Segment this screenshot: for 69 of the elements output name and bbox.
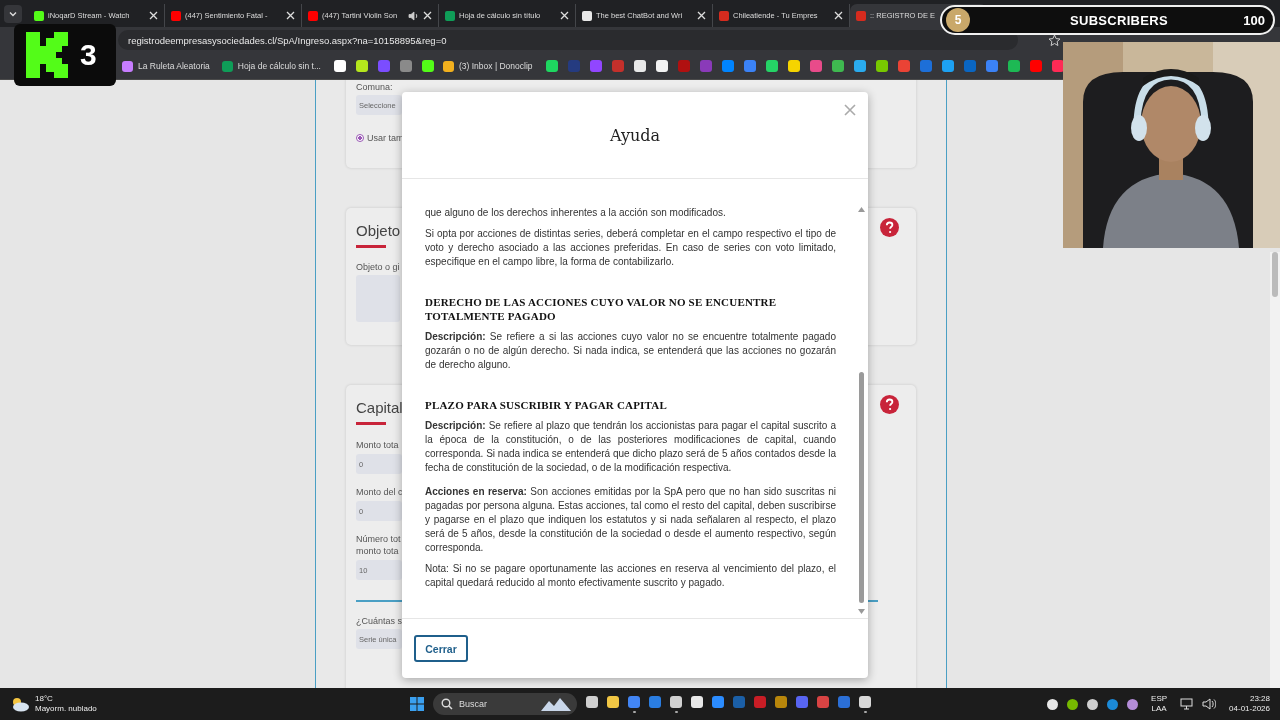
dialog-title: Ayuda xyxy=(610,125,660,145)
scrollbar[interactable] xyxy=(858,207,865,614)
bookmark-icon[interactable] xyxy=(422,60,434,72)
taskbar-app-icon[interactable] xyxy=(586,695,598,708)
bookmark-icon[interactable] xyxy=(787,60,800,72)
field-label: Número tot monto tota xyxy=(356,533,401,557)
paragraph: Nota: Si no se pagare oportunamente las acciones en reserva al vencimiento del plazo, el capital quedará reducido al monto efectivamente suscrito y pagado. xyxy=(425,562,836,590)
field-label: Monto del c xyxy=(356,486,403,498)
search-field[interactable]: Buscar xyxy=(433,693,577,715)
bookmark-icon[interactable] xyxy=(655,60,668,72)
taskbar-app-icon[interactable] xyxy=(859,695,871,708)
paragraph: Acciones en reserva: Son acciones emitidas por la SpA pero que no han sido suscritas ni pagadas por persona alguna. Estas acciones, tal como el resto del capital, deben suscribirse y pagarse en el plazo que indiquen los estatutos y si nada señalaren al respecto, el plazo será de 5 años, desde la constitución de la sociedad o desde el aumento respectivo, según corresponda. xyxy=(425,485,836,555)
taskbar-app-icon[interactable] xyxy=(670,695,682,708)
scrollbar[interactable] xyxy=(1270,252,1280,688)
taskbar-app-icon[interactable] xyxy=(691,695,703,708)
goal-count: 5 xyxy=(946,8,970,32)
bookmark-icon[interactable] xyxy=(356,60,368,72)
bookmark-icon[interactable] xyxy=(853,60,866,72)
bookmark-star-icon[interactable] xyxy=(1048,33,1061,47)
bookmark-link[interactable]: Hoja de cálculo sin t... xyxy=(221,60,321,72)
field-label: Objeto o gi xyxy=(356,262,400,272)
section-heading: DERECHO DE LAS ACCIONES CUYO VALOR NO SE ENCUENTRE TOTALMENTE PAGADO xyxy=(425,295,778,323)
paragraph: que alguno de los derechos inherentes a la acción son modificados. xyxy=(425,206,727,220)
goal-label: SUBSCRIBERS xyxy=(1070,12,1168,28)
tab-list-icon[interactable] xyxy=(4,4,22,23)
close-button[interactable]: Cerrar xyxy=(414,635,468,662)
paragraph: Descripción: Se refiere a si las acciones cuyo valor no se encuentre totalmente pagado gozarán o no de algún derecho. Si nada indica, se entenderá que las acciones no gozarán de derecho alguno. xyxy=(425,330,836,372)
tray-icon[interactable] xyxy=(1047,698,1059,710)
radio-button[interactable] xyxy=(356,134,364,142)
bookmark-icon[interactable] xyxy=(875,60,888,72)
mountain-icon xyxy=(541,697,571,711)
field-label: ¿Cuántas s xyxy=(356,616,403,626)
network-icon[interactable] xyxy=(1180,698,1194,710)
logo-number: 3 xyxy=(80,38,97,72)
temperature: 18°C xyxy=(35,694,54,704)
weather-condition: Mayorm. nublado xyxy=(35,704,97,714)
clock[interactable]: 23:28 04-01-2026 xyxy=(1229,694,1270,714)
bookmark-icon[interactable] xyxy=(831,60,844,72)
bookmark-link[interactable]: (3) Inbox | Donoclip xyxy=(443,60,533,72)
help-icon[interactable] xyxy=(880,218,899,237)
bookmark-link[interactable]: La Ruleta Aleatoria xyxy=(122,60,210,72)
windows-start-icon[interactable] xyxy=(410,697,424,711)
scroll-up-icon[interactable] xyxy=(858,207,865,212)
search-icon xyxy=(441,698,453,710)
tray-icon[interactable] xyxy=(1127,698,1139,710)
bookmark-icon[interactable] xyxy=(1007,60,1020,72)
section-title: Capital xyxy=(356,399,403,416)
paragraph: Si opta por acciones de distintas series, deberá completar en el campo respectivo el tipo de voto y derecho asociado a las acciones preferidas. En caso de series con voto limitado, especifique en el campo libre, la forma de contabilizarlo. xyxy=(425,227,836,269)
tray-icon[interactable] xyxy=(1067,698,1079,710)
bookmark-icon[interactable] xyxy=(633,60,646,72)
bookmark-icon[interactable] xyxy=(334,60,346,72)
scroll-down-icon[interactable] xyxy=(858,609,865,614)
bookmark-icon[interactable] xyxy=(765,60,778,72)
paragraph: Descripción: Se refiere al plazo que tendrán los accionistas para pagar el capital suscrito a la época de la constitución, o de las posteriores modificaciones de capital, cuando corresponda. Si nada indica se entenderá que dicho plazo será de 5 años contados desde la fecha de constitución de la sociedad, o de la modificación respectiva. xyxy=(425,419,836,475)
language-indicator[interactable]: ESP LAA xyxy=(1151,694,1168,714)
section-heading: PLAZO PARA SUSCRIBIR Y PAGAR CAPITAL xyxy=(425,398,668,412)
goal-target: 100 xyxy=(1243,12,1265,28)
bookmark-icon[interactable] xyxy=(1051,60,1064,72)
help-icon[interactable] xyxy=(880,395,899,414)
volume-icon[interactable] xyxy=(1202,698,1217,710)
weather-icon[interactable] xyxy=(10,696,30,712)
field-label: Monto tota xyxy=(356,439,399,451)
taskbar-app-icon[interactable] xyxy=(607,695,619,708)
field-label: Comuna: xyxy=(356,82,393,92)
speaker-icon[interactable] xyxy=(408,10,419,21)
address-bar[interactable]: registrodeempresasysociedades.cl/SpA/Ingreso.aspx?na=10158895&reg=0 xyxy=(118,30,1018,50)
tray-icon[interactable] xyxy=(1087,698,1099,710)
bookmark-icon[interactable] xyxy=(545,60,558,72)
section-title: Objeto xyxy=(356,222,401,239)
